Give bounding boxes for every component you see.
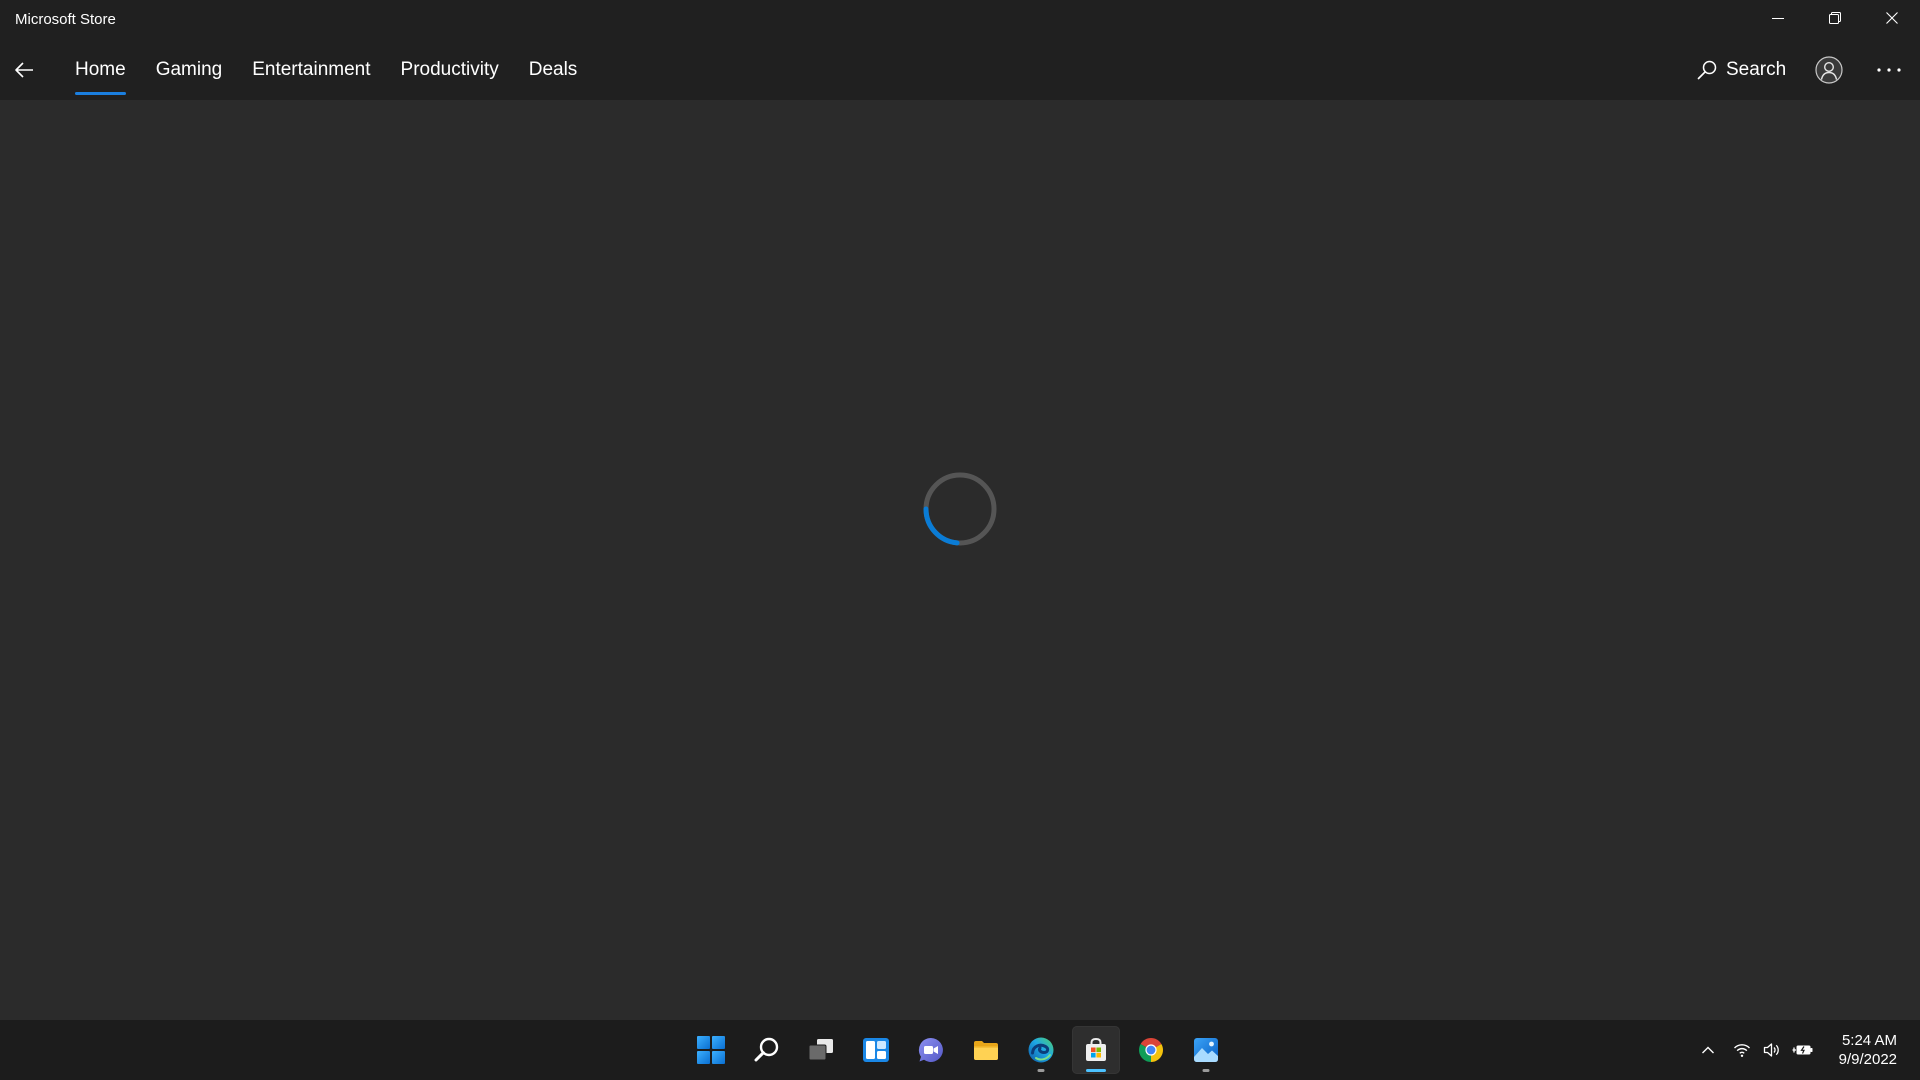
show-hidden-icons-button[interactable] [1694, 1035, 1722, 1065]
clock-date: 9/9/2022 [1838, 1051, 1897, 1068]
system-tray [1694, 1035, 1820, 1065]
chrome-icon [1139, 1038, 1163, 1062]
tab-deals[interactable]: Deals [529, 58, 578, 95]
battery-charging-icon [1792, 1045, 1813, 1055]
minimize-icon [1771, 18, 1784, 19]
wifi-icon [1734, 1044, 1750, 1057]
title-bar[interactable]: Microsoft Store [0, 0, 1920, 40]
taskbar-clock[interactable]: 5:24 AM 9/9/2022 [1839, 1031, 1897, 1069]
volume-button[interactable] [1758, 1035, 1786, 1065]
main-content [0, 100, 1920, 1020]
account-icon [1815, 56, 1843, 84]
edge-icon [1028, 1037, 1054, 1063]
nav-tabs: Home Gaming Entertainment Productivity D… [75, 58, 577, 95]
search-button[interactable]: Search [1696, 57, 1786, 83]
search-icon [754, 1037, 779, 1062]
taskbar: 5:24 AM 9/9/2022 [0, 1020, 1920, 1080]
window-controls [1749, 0, 1920, 36]
widgets-icon [863, 1038, 889, 1062]
more-options-button[interactable] [1874, 60, 1904, 80]
start-icon [697, 1036, 725, 1064]
chat-icon [918, 1037, 943, 1062]
battery-button[interactable] [1786, 1035, 1820, 1065]
volume-icon [1763, 1043, 1779, 1057]
taskbar-search-button[interactable] [742, 1026, 790, 1074]
app-indicator [1037, 1069, 1045, 1072]
tab-entertainment[interactable]: Entertainment [252, 58, 370, 95]
close-icon [1885, 12, 1898, 24]
loading-spinner [923, 472, 997, 546]
photos-icon [1194, 1038, 1218, 1062]
taskbar-task-view-button[interactable] [797, 1026, 845, 1074]
back-button[interactable] [11, 57, 37, 83]
top-navigation: Home Gaming Entertainment Productivity D… [0, 40, 1920, 100]
minimize-button[interactable] [1749, 0, 1806, 36]
chevron-up-icon [1702, 1046, 1714, 1054]
search-label: Search [1726, 59, 1787, 80]
tab-home[interactable]: Home [75, 58, 126, 95]
window-title: Microsoft Store [15, 11, 116, 28]
clock-time: 5:24 AM [1841, 1032, 1897, 1049]
tab-productivity[interactable]: Productivity [401, 58, 499, 95]
store-icon [1086, 1037, 1106, 1061]
search-icon [1697, 60, 1717, 80]
taskbar-chat-button[interactable] [907, 1026, 955, 1074]
taskbar-chrome-button[interactable] [1127, 1026, 1175, 1074]
restore-icon [1828, 12, 1841, 24]
taskbar-photos-button[interactable] [1182, 1026, 1230, 1074]
network-button[interactable] [1726, 1035, 1758, 1065]
more-icon [1877, 68, 1901, 72]
taskbar-widgets-button[interactable] [852, 1026, 900, 1074]
taskbar-apps [687, 1026, 1230, 1074]
taskbar-start-button[interactable] [687, 1026, 735, 1074]
app-indicator [1086, 1069, 1106, 1072]
taskbar-file-explorer-button[interactable] [962, 1026, 1010, 1074]
taskbar-store-button[interactable] [1072, 1026, 1120, 1074]
app-indicator [1202, 1069, 1210, 1072]
task-view-icon [808, 1039, 833, 1061]
file-explorer-icon [974, 1041, 998, 1060]
taskbar-edge-button[interactable] [1017, 1026, 1065, 1074]
restore-button[interactable] [1806, 0, 1863, 36]
tab-gaming[interactable]: Gaming [156, 58, 223, 95]
back-arrow-icon [15, 62, 33, 78]
close-button[interactable] [1863, 0, 1920, 36]
account-button[interactable] [1815, 56, 1843, 84]
